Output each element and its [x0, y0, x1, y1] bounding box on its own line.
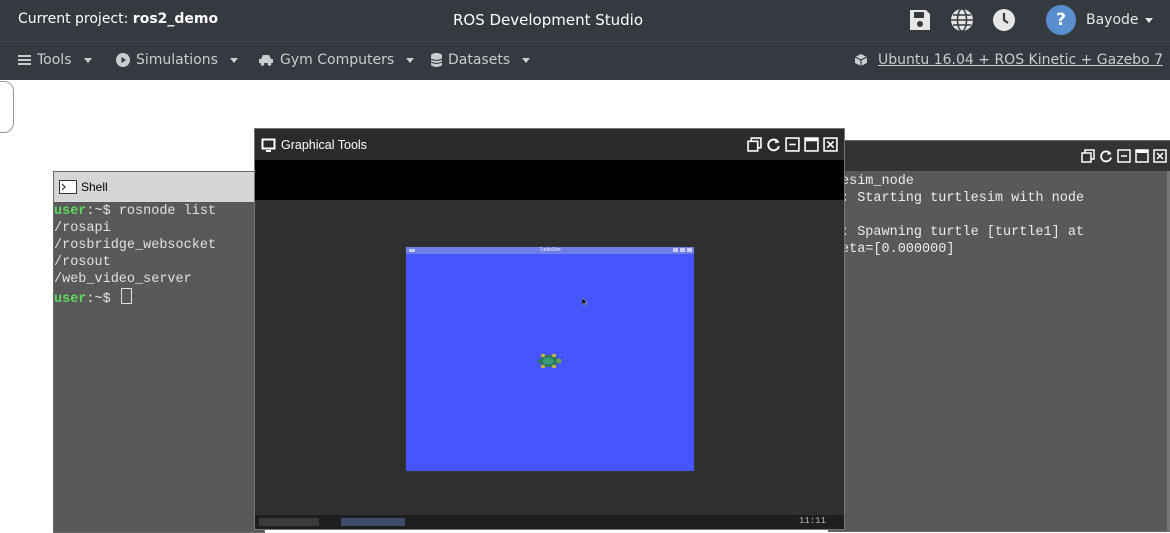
chevron-down-icon: [522, 57, 531, 63]
save-icon[interactable]: [907, 7, 933, 33]
gym-computers-menu[interactable]: Gym Computers: [258, 52, 415, 68]
user-menu[interactable]: ? Bayode: [1046, 5, 1153, 35]
window-menu-icon[interactable]: [409, 249, 415, 252]
minimize-icon[interactable]: [785, 137, 800, 152]
turtle-icon: [537, 353, 562, 369]
cube-icon: [854, 54, 868, 66]
maximize-icon[interactable]: [1135, 149, 1149, 163]
log-terminal[interactable]: esim_node : Starting turtlesim with node​…: [829, 171, 1170, 258]
chevron-down-icon: [1144, 17, 1153, 23]
top-bar: Current project: ros2_demo ROS Developme…: [0, 0, 1170, 41]
database-icon: [431, 53, 442, 67]
maximize-icon[interactable]: [804, 137, 819, 152]
minimize-icon[interactable]: [1117, 149, 1131, 163]
refresh-icon[interactable]: [766, 137, 781, 152]
taskbar-clock: 11:11: [798, 516, 826, 526]
log-line: esim_node: [841, 174, 914, 189]
play-circle-icon: [116, 53, 130, 67]
mouse-pointer-icon: [582, 298, 588, 306]
remote-desktop[interactable]: TurtleSim: [255, 200, 844, 529]
log-line: ​: [841, 207, 1170, 224]
turtlesim-title: TurtleSim: [539, 247, 561, 253]
log-window[interactable]: esim_node : Starting turtlesim with node​…: [828, 140, 1170, 532]
maximize-icon[interactable]: [680, 248, 685, 252]
shell-output-line: /rosout: [54, 255, 111, 270]
turtlesim-window[interactable]: TurtleSim: [405, 246, 695, 472]
taskbar-item[interactable]: [341, 518, 405, 526]
restore-icon[interactable]: [1081, 149, 1095, 163]
globe-icon[interactable]: [949, 7, 975, 33]
shell-title: Shell: [81, 180, 108, 194]
shell-window[interactable]: Shell user:~$ rosnode list/rosapi/rosbri…: [53, 171, 265, 533]
log-title-bar[interactable]: [829, 141, 1170, 171]
clock-icon[interactable]: [991, 7, 1017, 33]
datasets-menu[interactable]: Datasets: [431, 52, 531, 68]
log-line: eta=[0.000000]: [841, 242, 955, 257]
shell-output-line: /rosapi: [54, 221, 111, 236]
monitor-icon: [261, 138, 276, 152]
log-line: : Spawning turtle [turtle1] at: [841, 225, 1085, 240]
graphical-tools-window[interactable]: Graphical Tools TurtleSim 11:11: [254, 128, 845, 530]
turtlesim-title-bar[interactable]: TurtleSim: [406, 247, 694, 254]
hamburger-icon: [18, 55, 31, 65]
refresh-icon[interactable]: [1099, 149, 1113, 163]
help-icon[interactable]: ?: [1046, 5, 1076, 35]
terminal-icon: [59, 180, 77, 194]
terminal-cursor: [120, 288, 132, 304]
side-panel-toggle[interactable]: [0, 81, 14, 133]
menu-bar: Tools Simulations Gym Computers Datasets: [0, 41, 1170, 80]
shell-title-bar[interactable]: Shell: [54, 172, 264, 202]
shell-command-line: user:~$ rosnode list: [54, 204, 217, 219]
graphical-tools-title: Graphical Tools: [281, 137, 367, 152]
close-icon[interactable]: [1153, 149, 1167, 163]
taskbar-item[interactable]: [259, 518, 319, 526]
shell-output-line: /rosbridge_websocket: [54, 238, 217, 253]
shell-prompt-line: user:~$: [54, 288, 264, 308]
chevron-down-icon: [229, 57, 238, 63]
close-icon[interactable]: [823, 137, 838, 152]
remote-taskbar: 11:11: [255, 515, 844, 529]
car-icon: [259, 55, 273, 66]
restore-icon[interactable]: [747, 137, 762, 152]
user-name[interactable]: Bayode: [1086, 12, 1153, 28]
shell-terminal[interactable]: user:~$ rosnode list/rosapi/rosbridge_we…: [54, 202, 264, 308]
chevron-down-icon: [406, 57, 415, 63]
chevron-down-icon: [83, 57, 92, 63]
minimize-icon[interactable]: [673, 248, 678, 252]
shell-output-line: /web_video_server: [54, 272, 192, 287]
tools-menu[interactable]: Tools: [18, 52, 92, 68]
simulations-menu[interactable]: Simulations: [116, 52, 238, 68]
close-icon[interactable]: [687, 248, 692, 252]
log-line: : Starting turtlesim with node: [841, 191, 1085, 206]
environment-link[interactable]: Ubuntu 16.04 + ROS Kinetic + Gazebo 7: [854, 52, 1163, 68]
remote-desktop-header: [255, 160, 844, 200]
